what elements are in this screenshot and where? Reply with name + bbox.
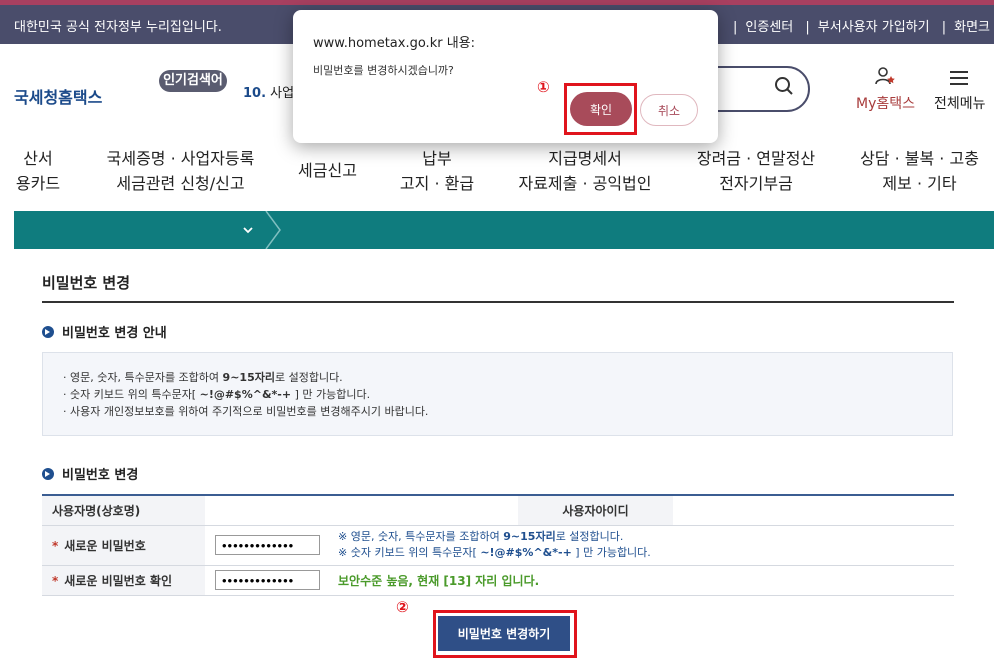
confirm-password-label: * 새로운 비밀번호 확인: [42, 565, 205, 596]
hamburger-menu-icon[interactable]: [950, 70, 970, 86]
section-bullet-icon: [42, 468, 54, 480]
nav-item-consult[interactable]: 상담 · 불복 · 고충 제보 · 기타: [852, 146, 987, 196]
nav-item-statement[interactable]: 지급명세서 자료제출 · 공익법인: [510, 146, 660, 196]
breadcrumb-separator-icon: [265, 211, 281, 249]
link-screen-size[interactable]: 화면크: [954, 20, 990, 35]
my-hometax-link[interactable]: My홈택스: [856, 93, 915, 113]
title-divider: [42, 301, 954, 303]
user-icon[interactable]: [874, 66, 896, 88]
required-mark: *: [52, 538, 59, 553]
form-section-title: 비밀번호 변경: [42, 464, 138, 483]
dialog-message: 비밀번호를 변경하시겠습니까?: [313, 64, 454, 77]
link-cert-center[interactable]: 인증센터: [745, 20, 793, 35]
dialog-ok-button[interactable]: 확인: [570, 92, 632, 126]
password-strength-text: 보안수준 높음, 현재 [13] 자리 입니다.: [338, 573, 540, 588]
confirm-password-input[interactable]: [215, 570, 320, 590]
change-password-button[interactable]: 비밀번호 변경하기: [438, 616, 570, 651]
password-rule-note: ※ 영문, 숫자, 특수문자를 조합하여 9~15자리로 설정합니다. ※ 숫자…: [338, 530, 651, 559]
dialog-title: www.hometax.go.kr 내용:: [313, 36, 475, 51]
site-logo[interactable]: 국세청홈택스: [14, 84, 102, 108]
search-icon[interactable]: [774, 76, 794, 96]
popular-search-badge: 인기검색어: [159, 70, 227, 92]
nav-item-incentive[interactable]: 장려금 · 연말정산 전자기부금: [690, 146, 822, 196]
dialog-cancel-button[interactable]: 취소: [640, 94, 698, 126]
new-password-label: * 새로운 비밀번호: [42, 525, 205, 566]
user-id-label: 사용자아이디: [518, 494, 673, 526]
guide-box: · 영문, 숫자, 특수문자를 조합하여 9~15자리로 설정합니다. · 숫자…: [42, 352, 953, 436]
user-name-label: 사용자명(상호명): [42, 494, 205, 526]
user-name-value: [205, 494, 518, 526]
annotation-marker-1: ①: [537, 78, 550, 96]
section-bullet-icon: [42, 326, 54, 338]
guide-section-title: 비밀번호 변경 안내: [42, 322, 167, 341]
nav-item-payment[interactable]: 납부 고지 · 환급: [392, 146, 482, 196]
nav-item-certificate[interactable]: 국세증명 · 사업자등록 세금관련 신청/신고: [98, 146, 263, 196]
password-form-table: 사용자명(상호명) 사용자아이디 *새로운 비밀번호 ※ 영문, 숫자, 특수문…: [42, 494, 954, 596]
required-mark: *: [52, 573, 59, 588]
utility-links: | 인증센터 | 부서사용자 가입하기 | 화면크: [733, 20, 990, 35]
nav-item-invoice[interactable]: 산서 용카드: [8, 146, 68, 196]
guide-line-3: · 사용자 개인정보보호를 위하여 주기적으로 비밀번호를 변경해주시기 바랍니…: [63, 405, 429, 418]
chevron-down-icon[interactable]: [240, 222, 256, 238]
guide-line-1: · 영문, 숫자, 특수문자를 조합하여 9~15자리로 설정합니다.: [63, 371, 343, 384]
gov-notice: 대한민국 공식 전자정부 누리집입니다.: [14, 20, 222, 35]
popular-rank: 10.: [243, 86, 267, 101]
user-id-value: [673, 494, 954, 526]
nav-item-tax-report[interactable]: 세금신고: [290, 158, 365, 183]
popular-search-item[interactable]: 10. 사업: [243, 82, 294, 101]
annotation-marker-2: ②: [396, 598, 409, 616]
popular-term: 사업: [270, 86, 295, 101]
confirm-dialog: www.hometax.go.kr 내용: 비밀번호를 변경하시겠습니까? ① …: [293, 10, 718, 143]
new-password-input[interactable]: [215, 535, 320, 555]
breadcrumb-bar: [14, 211, 994, 249]
all-menu-link[interactable]: 전체메뉴: [934, 93, 986, 113]
page-title: 비밀번호 변경: [42, 274, 131, 292]
guide-line-2: · 숫자 키보드 위의 특수문자[ ~!@#$%^&*-+ ] 만 가능합니다.: [63, 388, 371, 401]
link-dept-user-signup[interactable]: 부서사용자 가입하기: [818, 20, 930, 35]
